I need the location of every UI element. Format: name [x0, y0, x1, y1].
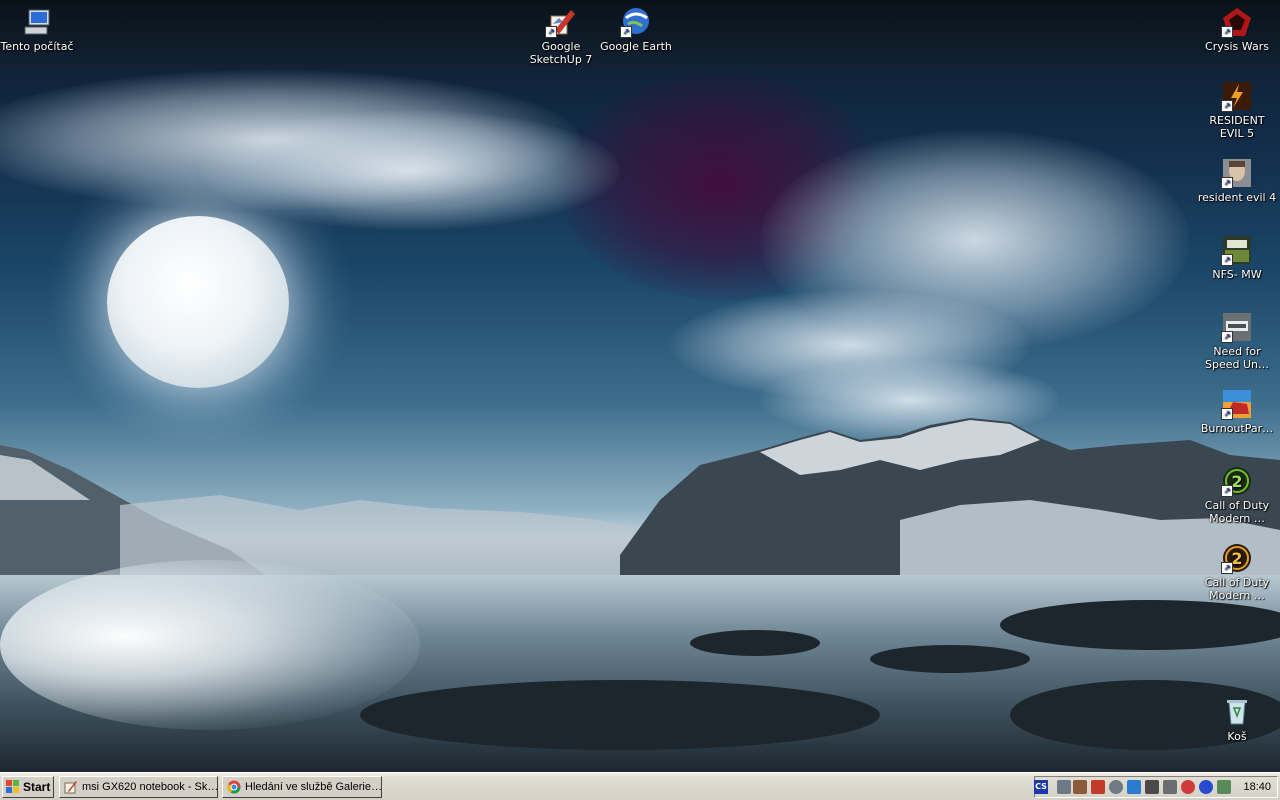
nfs-undercover-icon: ↗ [1221, 311, 1253, 343]
crysis-wars-icon: ↗ [1221, 6, 1253, 38]
sketchup-icon: ↗ [545, 6, 577, 38]
cod-mw2-mp-icon: 2 ↗ [1221, 542, 1253, 574]
my-computer-icon: ↗ [21, 6, 53, 38]
desktop-icon-label: Tento počítač [0, 40, 74, 53]
network-icon[interactable] [1057, 780, 1071, 794]
bluetooth-icon[interactable] [1127, 780, 1141, 794]
recycle-bin-icon [1221, 696, 1253, 728]
wallpaper-light-reflection [0, 560, 420, 730]
shortcut-arrow-icon: ↗ [1221, 331, 1233, 343]
wallpaper-rock [360, 680, 880, 750]
wallpaper-rock [1000, 600, 1280, 650]
task-label: Hledání ve službě Galerie… [245, 781, 382, 793]
desktop-icon-label: RESIDENT EVIL 5 [1209, 114, 1265, 140]
display-icon[interactable] [1073, 780, 1087, 794]
svg-text:2: 2 [1231, 549, 1242, 568]
desktop-icon-cod-mw2[interactable]: 2 ↗ Call of Duty Modern … [1197, 465, 1277, 525]
language-indicator[interactable]: CS [1034, 780, 1048, 794]
desktop-icon-label: NFS- MW [1212, 268, 1262, 281]
desktop-icon-sketchup[interactable]: ↗ Google SketchUp 7 [521, 6, 601, 66]
media-icon[interactable] [1109, 780, 1123, 794]
burnout-paradise-icon: ↗ [1221, 388, 1253, 420]
desktop-icon-label: Crysis Wars [1205, 40, 1269, 53]
shortcut-arrow-icon: ↗ [1221, 254, 1233, 266]
shortcut-arrow-icon: ↗ [1221, 562, 1233, 574]
wallpaper-rock [690, 630, 820, 656]
desktop-icon-recycle-bin[interactable]: Koš [1197, 696, 1277, 743]
desktop-icon-label: Koš [1227, 730, 1247, 743]
desktop-icon-label: Call of Duty Modern … [1204, 576, 1270, 602]
desktop-icon-nfs-mw[interactable]: ↗ NFS- MW [1197, 234, 1277, 281]
start-button[interactable]: Start [2, 776, 54, 798]
moon [107, 216, 289, 388]
resident-evil-4-icon: ↗ [1221, 157, 1253, 189]
nfs-mw-icon: ↗ [1221, 234, 1253, 266]
desktop-icon-nfs-undercover[interactable]: ↗ Need for Speed Un… [1197, 311, 1277, 371]
taskbar: Start msi GX620 notebook - Sk… Hledání v… [0, 772, 1280, 800]
desktop-wallpaper[interactable]: ↗ Tento počítač ↗ Google SketchUp 7 ↗ Go… [0, 0, 1280, 772]
paint-icon [64, 780, 78, 794]
desktop-icon-cod-mw2-mp[interactable]: 2 ↗ Call of Duty Modern … [1197, 542, 1277, 602]
wallpaper-rock [870, 645, 1030, 673]
desktop-icon-google-earth[interactable]: ↗ Google Earth [596, 6, 676, 53]
svg-text:2: 2 [1231, 472, 1242, 491]
start-label: Start [23, 780, 51, 794]
usb-icon[interactable] [1163, 780, 1177, 794]
shortcut-arrow-icon: ↗ [1221, 408, 1233, 420]
cod-mw2-icon: 2 ↗ [1221, 465, 1253, 497]
resident-evil-5-icon: ↗ [1221, 80, 1253, 112]
desktop-icon-burnout-paradise[interactable]: ↗ BurnoutPar… [1197, 388, 1277, 435]
system-tray: CS 18:40 [1034, 776, 1278, 798]
antivirus-icon[interactable] [1091, 780, 1105, 794]
shortcut-arrow-icon: ↗ [1221, 100, 1233, 112]
desktop-icon-resident-evil-4[interactable]: ↗ resident evil 4 [1197, 157, 1277, 204]
desktop-icon-label: BurnoutPar… [1200, 422, 1274, 435]
shortcut-arrow-icon: ↗ [1221, 485, 1233, 497]
shortcut-arrow-icon: ↗ [1221, 177, 1233, 189]
security-icon[interactable] [1181, 780, 1195, 794]
desktop-icon-label: Google SketchUp 7 [529, 40, 593, 66]
system-clock[interactable]: 18:40 [1243, 777, 1271, 797]
shield-icon[interactable] [1199, 780, 1213, 794]
desktop-icon-label: Google Earth [600, 40, 672, 53]
desktop-icon-resident-evil-5[interactable]: ↗ RESIDENT EVIL 5 [1197, 80, 1277, 140]
shortcut-arrow-icon: ↗ [545, 26, 557, 38]
desktop-icon-label: resident evil 4 [1197, 191, 1277, 204]
shortcut-arrow-icon: ↗ [620, 26, 632, 38]
desktop-icon-label: Call of Duty Modern … [1204, 499, 1270, 525]
firewall-icon[interactable] [1217, 780, 1231, 794]
windows-logo-icon [6, 780, 20, 794]
taskbar-task-chrome[interactable]: Hledání ve službě Galerie… [222, 776, 382, 798]
shortcut-arrow-icon: ↗ [1221, 26, 1233, 38]
volume-icon[interactable] [1145, 780, 1159, 794]
task-label: msi GX620 notebook - Sk… [82, 781, 218, 793]
google-earth-icon: ↗ [620, 6, 652, 38]
taskbar-task-paint[interactable]: msi GX620 notebook - Sk… [59, 776, 218, 798]
chrome-icon [227, 780, 241, 794]
desktop-icon-crysis-wars[interactable]: ↗ Crysis Wars [1197, 6, 1277, 53]
desktop-icon-label: Need for Speed Un… [1204, 345, 1269, 371]
desktop-icon-my-computer[interactable]: ↗ Tento počítač [0, 6, 77, 53]
